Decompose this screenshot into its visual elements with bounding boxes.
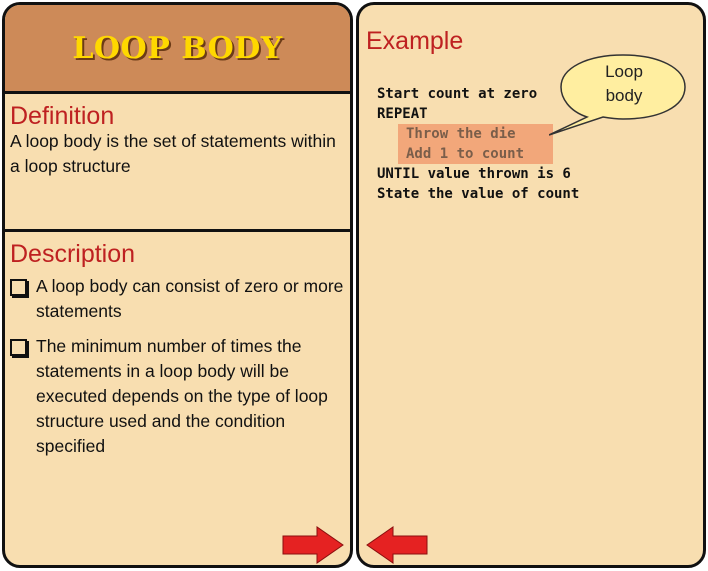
code-line: Throw the die: [406, 126, 516, 142]
section-divider: [5, 229, 350, 232]
code-line: Start count at zero: [377, 86, 538, 102]
code-line: REPEAT: [377, 106, 428, 122]
code-line: State the value of count: [377, 186, 580, 202]
description-bullet: A loop body can consist of zero or more …: [10, 274, 345, 324]
callout-line: Loop: [605, 62, 643, 81]
right-arrow-icon[interactable]: [281, 525, 345, 565]
example-heading: Example: [366, 27, 464, 55]
bullet-text: A loop body can consist of zero or more …: [36, 276, 344, 321]
definition-heading: Definition: [10, 102, 115, 130]
description-bullet: The minimum number of times the statemen…: [10, 334, 345, 459]
callout-line: body: [605, 86, 643, 105]
code-line: UNTIL value thrown is 6: [377, 166, 571, 182]
left-arrow-icon[interactable]: [365, 525, 429, 565]
description-heading: Description: [10, 240, 136, 268]
right-card: Example Start count at zero REPEAT Throw…: [356, 2, 706, 568]
definition-text: A loop body is the set of statements wit…: [10, 131, 336, 176]
bullet-text: The minimum number of times the statemen…: [36, 336, 328, 456]
page-title: LOOP BODY: [72, 30, 283, 66]
code-line: Add 1 to count: [406, 146, 525, 162]
checkbox-bullet-icon: [10, 279, 27, 296]
callout-label: Loop body: [565, 60, 683, 108]
title-bar: LOOP BODY: [5, 5, 350, 94]
checkbox-bullet-icon: [10, 339, 27, 356]
left-card: LOOP BODY Definition A loop body is the …: [2, 2, 353, 568]
